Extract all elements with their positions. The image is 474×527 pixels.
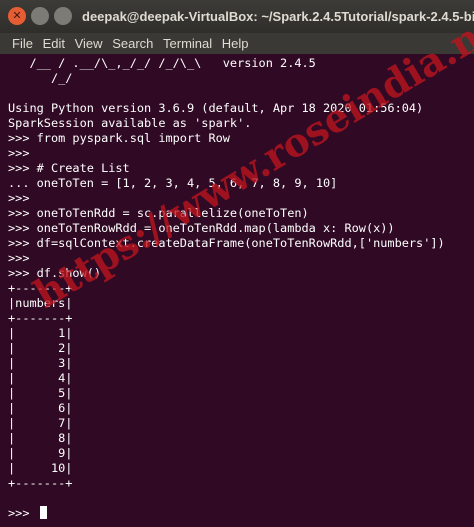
terminal-line: | 4| — [8, 371, 73, 385]
terminal-line: Using Python version 3.6.9 (default, Apr… — [8, 101, 424, 115]
terminal-line: +-------+ — [8, 311, 73, 325]
terminal-line: >>> df=sqlContext.createDataFrame(oneToT… — [8, 236, 445, 250]
menu-help[interactable]: Help — [219, 33, 252, 54]
terminal-window: ✕ deepak@deepak-VirtualBox: ~/Spark.2.4.… — [0, 0, 474, 527]
menu-file[interactable]: File — [0, 33, 36, 54]
terminal-line: ... oneToTen = [1, 2, 3, 4, 5, 6, 7, 8, … — [8, 176, 338, 190]
terminal-line: >>> — [8, 191, 30, 205]
terminal-line: | 3| — [8, 356, 73, 370]
terminal-line: +-------+ — [8, 476, 73, 490]
terminal-line: | 2| — [8, 341, 73, 355]
terminal-line: >>> oneToTenRowRdd = oneToTenRdd.map(lam… — [8, 221, 395, 235]
menu-bar: File Edit View Search Terminal Help — [0, 33, 474, 54]
window-title: deepak@deepak-VirtualBox: ~/Spark.2.4.5T… — [82, 9, 474, 24]
terminal-line: /__ / .__/\_,_/_/ /_/\_\ version 2.4.5 — [8, 56, 316, 70]
terminal-line: | 1| — [8, 326, 73, 340]
menu-view[interactable]: View — [72, 33, 106, 54]
minimize-icon[interactable] — [31, 7, 49, 25]
terminal-line: >>> # Create List — [8, 161, 130, 175]
terminal-line: +-------+ — [8, 281, 73, 295]
terminal-line: >>> — [8, 506, 474, 521]
terminal-line: >>> — [8, 146, 30, 160]
menu-search[interactable]: Search — [109, 33, 156, 54]
terminal-line: | 10| — [8, 461, 73, 475]
terminal-line: | 5| — [8, 386, 73, 400]
terminal-line: | 8| — [8, 431, 73, 445]
terminal-line: >>> from pyspark.sql import Row — [8, 131, 230, 145]
terminal-line: /_/ — [8, 71, 73, 85]
title-bar[interactable]: ✕ deepak@deepak-VirtualBox: ~/Spark.2.4.… — [0, 0, 474, 33]
terminal-output[interactable]: /__ / .__/\_,_/_/ /_/\_\ version 2.4.5 /… — [8, 56, 474, 527]
maximize-icon[interactable] — [54, 7, 72, 25]
menu-terminal[interactable]: Terminal — [160, 33, 215, 54]
terminal-line: >>> df.show() — [8, 266, 102, 280]
terminal-line: >>> — [8, 251, 30, 265]
close-icon[interactable]: ✕ — [8, 7, 26, 25]
terminal-line: | 7| — [8, 416, 73, 430]
terminal-line: | 6| — [8, 401, 73, 415]
terminal-line: | 9| — [8, 446, 73, 460]
text-cursor — [39, 506, 47, 519]
menu-edit[interactable]: Edit — [40, 33, 68, 54]
terminal-line: |numbers| — [8, 296, 73, 310]
terminal-line: >>> oneToTenRdd = sc.parallelize(oneToTe… — [8, 206, 309, 220]
terminal-line: SparkSession available as 'spark'. — [8, 116, 252, 130]
